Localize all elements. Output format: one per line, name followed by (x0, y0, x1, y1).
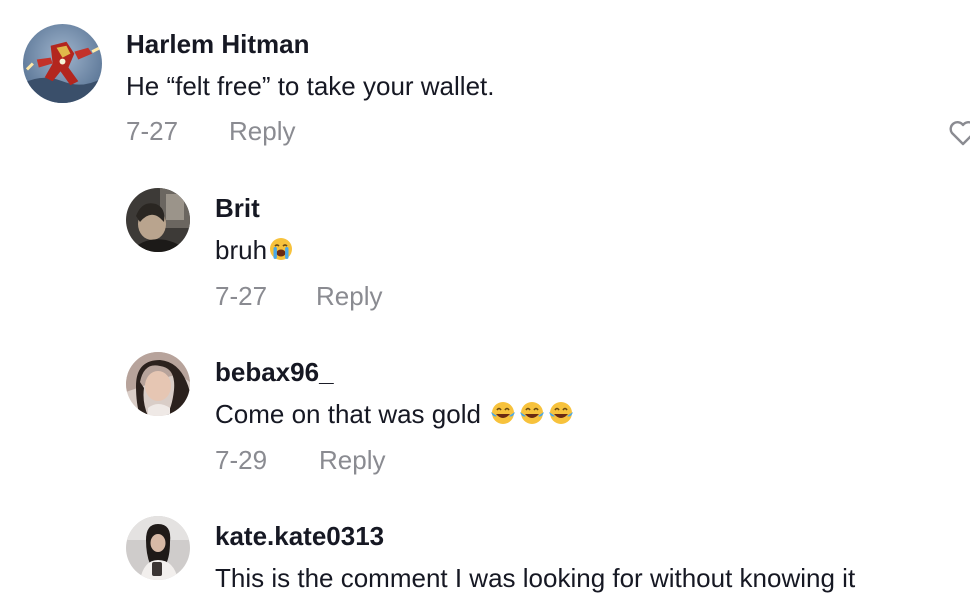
iron-man-avatar-icon (23, 24, 102, 103)
avatar[interactable] (126, 352, 190, 416)
comment-date: 7-27 (215, 281, 268, 311)
avatar[interactable] (126, 188, 190, 252)
reply-button[interactable]: Reply (316, 281, 382, 312)
avatar[interactable] (23, 24, 102, 103)
comment-username[interactable]: Harlem Hitman (126, 29, 310, 60)
comment-username[interactable]: kate.kate0313 (215, 521, 384, 552)
comment-date: 7-29 (215, 445, 268, 475)
comment-date: 7-27 (126, 116, 179, 146)
reply-button[interactable]: Reply (229, 116, 295, 147)
comment-text-content: Come on that was gold (215, 399, 489, 429)
user-photo-avatar-icon (126, 516, 190, 580)
comment-text: bruh (215, 235, 294, 269)
comment-username[interactable]: Brit (215, 193, 260, 224)
loudly-crying-face-icon (268, 236, 294, 269)
face-with-tears-of-joy-icon (489, 400, 517, 433)
reply-button[interactable]: Reply (319, 445, 385, 476)
comment-username[interactable]: bebax96_ (215, 357, 334, 388)
user-photo-avatar-icon (126, 188, 190, 252)
heart-icon[interactable] (948, 118, 970, 148)
face-with-tears-of-joy-icon (518, 400, 546, 433)
avatar[interactable] (126, 516, 190, 580)
comment-text: Come on that was gold (215, 399, 575, 433)
comment-text: This is the comment I was looking for wi… (215, 563, 856, 593)
comment-text: He “felt free” to take your wallet. (126, 71, 495, 101)
face-with-tears-of-joy-icon (547, 400, 575, 433)
user-photo-avatar-icon (126, 352, 190, 416)
comment-text-content: bruh (215, 235, 268, 265)
